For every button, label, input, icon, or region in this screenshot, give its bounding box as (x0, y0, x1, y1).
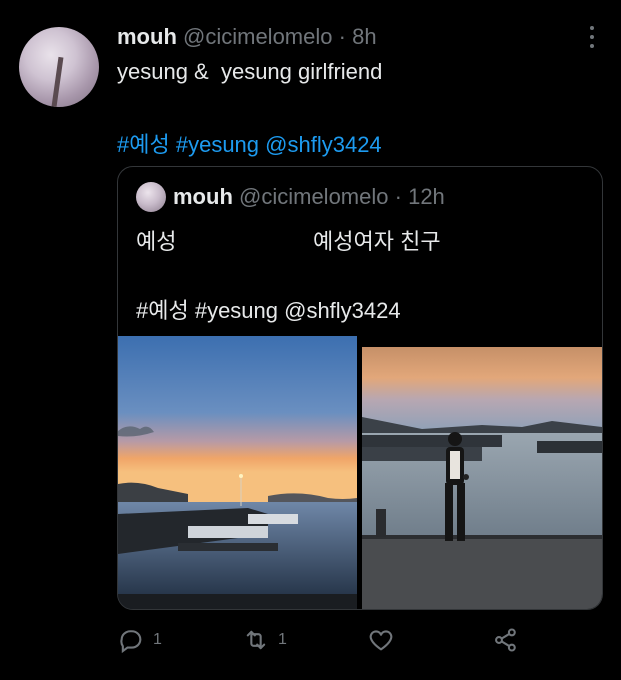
quoted-tweet[interactable]: mouh @cicimelomelo · 12h 예성 예성여자 친구 #예성 … (117, 166, 603, 610)
quoted-text-right: 예성여자 친구 (313, 229, 441, 254)
user-handle[interactable]: @cicimelomelo (183, 24, 332, 49)
like-button[interactable] (367, 626, 395, 654)
hashtag-link[interactable]: #yesung (176, 132, 259, 157)
reply-icon (117, 626, 145, 654)
tweet-header: mouh @cicimelomelo · 8h (117, 24, 377, 50)
more-icon[interactable] (582, 26, 602, 48)
separator: · (338, 24, 346, 49)
heart-icon (367, 626, 395, 654)
quoted-header: mouh @cicimelomelo · 12h (173, 184, 445, 210)
quoted-timestamp: 12h (408, 184, 445, 209)
quoted-avatar (136, 182, 166, 212)
photo-person-at-dock[interactable] (362, 347, 602, 609)
retweet-icon (242, 626, 270, 654)
quoted-tags: #예성 #yesung @shfly3424 (136, 298, 401, 323)
photo-harbor-sunset[interactable] (118, 336, 357, 609)
quoted-handle: @cicimelomelo (239, 184, 389, 209)
quoted-separator: · (394, 184, 402, 209)
quoted-display-name: mouh (173, 184, 233, 209)
tweet-text: yesung & yesung girlfriend (117, 59, 383, 84)
tweet-actions: 1 1 (0, 626, 621, 656)
reply-button[interactable]: 1 (117, 626, 162, 654)
tweet-tags: #예성 #yesung @shfly3424 (117, 127, 382, 159)
mention-link[interactable]: @shfly3424 (265, 132, 382, 157)
timestamp[interactable]: 8h (352, 24, 376, 49)
hashtag-link[interactable]: #예성 (117, 132, 170, 157)
share-icon (492, 626, 520, 654)
share-button[interactable] (492, 626, 520, 654)
quoted-text-left: 예성 (136, 229, 177, 254)
retweet-count: 1 (278, 631, 287, 648)
display-name[interactable]: mouh (117, 24, 177, 49)
reply-count: 1 (153, 631, 162, 648)
retweet-button[interactable]: 1 (242, 626, 287, 654)
avatar[interactable] (19, 27, 99, 107)
